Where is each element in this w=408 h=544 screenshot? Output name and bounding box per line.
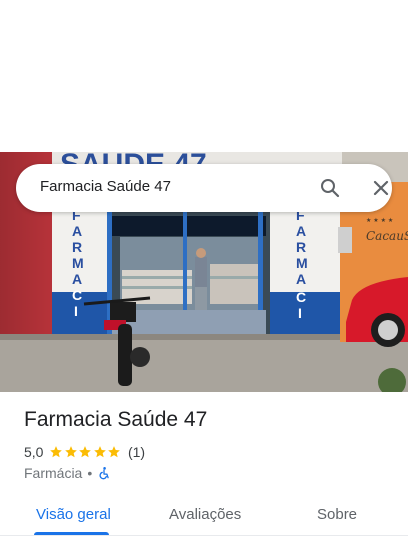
svg-text:R: R — [72, 239, 82, 255]
place-category: Farmácia — [24, 465, 83, 481]
tab-bar: Visão geral Avaliações Sobre — [0, 496, 408, 544]
rating-value: 5,0 — [24, 444, 44, 460]
search-input[interactable]: Farmacia Saúde 47 — [40, 178, 171, 195]
svg-text:C: C — [72, 287, 82, 303]
svg-text:A: A — [296, 271, 306, 287]
svg-text:I: I — [298, 305, 302, 321]
svg-text:M: M — [72, 255, 84, 271]
review-count[interactable]: (1) — [128, 444, 145, 460]
svg-text:A: A — [72, 223, 82, 239]
separator-dot: • — [87, 465, 93, 481]
tab-about[interactable]: Sobre — [317, 506, 357, 523]
star-icon — [108, 446, 121, 458]
star-icon — [50, 446, 63, 458]
rating-row[interactable]: 5,0 (1) — [24, 444, 145, 460]
search-bar[interactable]: Farmacia Saúde 47 — [16, 164, 392, 212]
category-row: Farmácia • — [24, 465, 111, 481]
svg-text:A: A — [296, 223, 306, 239]
close-icon[interactable] — [369, 176, 393, 200]
star-icon — [65, 446, 77, 458]
wheelchair-accessible-icon — [99, 467, 109, 480]
neighbor-sign: CacauS — [366, 229, 408, 243]
svg-text:M: M — [296, 255, 308, 271]
star-icon — [94, 446, 106, 458]
place-title: Farmacia Saúde 47 — [24, 408, 208, 431]
svg-text:I: I — [74, 303, 78, 319]
svg-text:C: C — [296, 289, 306, 305]
tab-reviews[interactable]: Avaliações — [169, 506, 241, 523]
star-rating — [49, 445, 122, 459]
tabs-divider — [0, 535, 408, 536]
star-icon — [79, 446, 92, 458]
svg-text:R: R — [296, 239, 306, 255]
tab-overview[interactable]: Visão geral — [36, 506, 111, 523]
search-icon[interactable] — [318, 176, 342, 200]
neighbor-stars: ★ ★ ★ ★ — [366, 217, 393, 224]
svg-text:A: A — [72, 271, 82, 287]
